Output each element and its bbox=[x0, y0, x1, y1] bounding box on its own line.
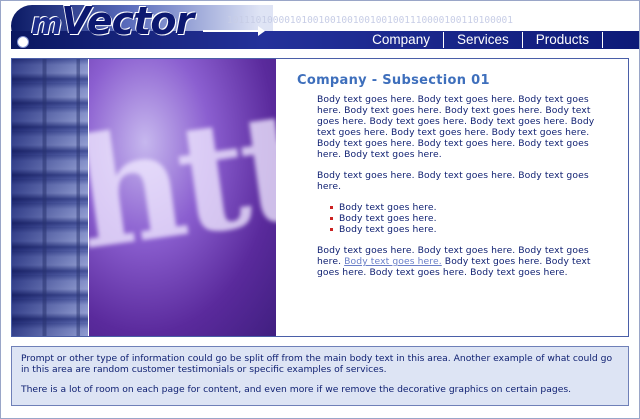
nav-products[interactable]: Products bbox=[523, 32, 603, 48]
info-text: Prompt or other type of information coul… bbox=[21, 353, 621, 404]
main-nav: Company Services Products bbox=[359, 31, 603, 49]
main-panel: http Company - Subsection 01 Body text g… bbox=[11, 58, 629, 337]
site-header: 1011101000010100100100100100100111000010… bbox=[1, 1, 639, 53]
body-text: Body text goes here. Body text goes here… bbox=[297, 94, 597, 278]
arrow-icon bbox=[203, 26, 265, 36]
nav-company[interactable]: Company bbox=[359, 32, 444, 48]
list-item: Body text goes here. bbox=[330, 213, 597, 224]
list-item: Body text goes here. bbox=[330, 224, 597, 235]
logo-word: Vector bbox=[61, 1, 194, 43]
info-line-1: Prompt or other type of information coul… bbox=[21, 353, 613, 375]
bullet-list: Body text goes here. Body text goes here… bbox=[317, 202, 597, 235]
list-item: Body text goes here. bbox=[330, 202, 597, 213]
paragraph-3: Body text goes here. Body text goes here… bbox=[317, 245, 597, 278]
http-image: http bbox=[89, 59, 276, 336]
binary-strip: 1011101000010100100100100100100111000010… bbox=[227, 15, 513, 26]
nav-services[interactable]: Services bbox=[444, 32, 523, 48]
paragraph-2: Body text goes here. Body text goes here… bbox=[317, 170, 589, 192]
page-title: Company - Subsection 01 bbox=[297, 73, 490, 88]
logo-dot-icon bbox=[17, 36, 29, 48]
info-box: Prompt or other type of information coul… bbox=[11, 346, 629, 406]
paragraph-1: Body text goes here. Body text goes here… bbox=[317, 94, 595, 160]
site-logo[interactable]: mVector bbox=[31, 1, 194, 43]
content-area: Company - Subsection 01 Body text goes h… bbox=[297, 73, 597, 288]
body-link[interactable]: Body text goes here. bbox=[344, 256, 442, 267]
keyboard-image bbox=[12, 59, 88, 336]
info-line-2: There is a lot of room on each page for … bbox=[21, 384, 572, 395]
logo-prefix: m bbox=[31, 7, 62, 42]
http-image-text: http bbox=[89, 63, 276, 285]
